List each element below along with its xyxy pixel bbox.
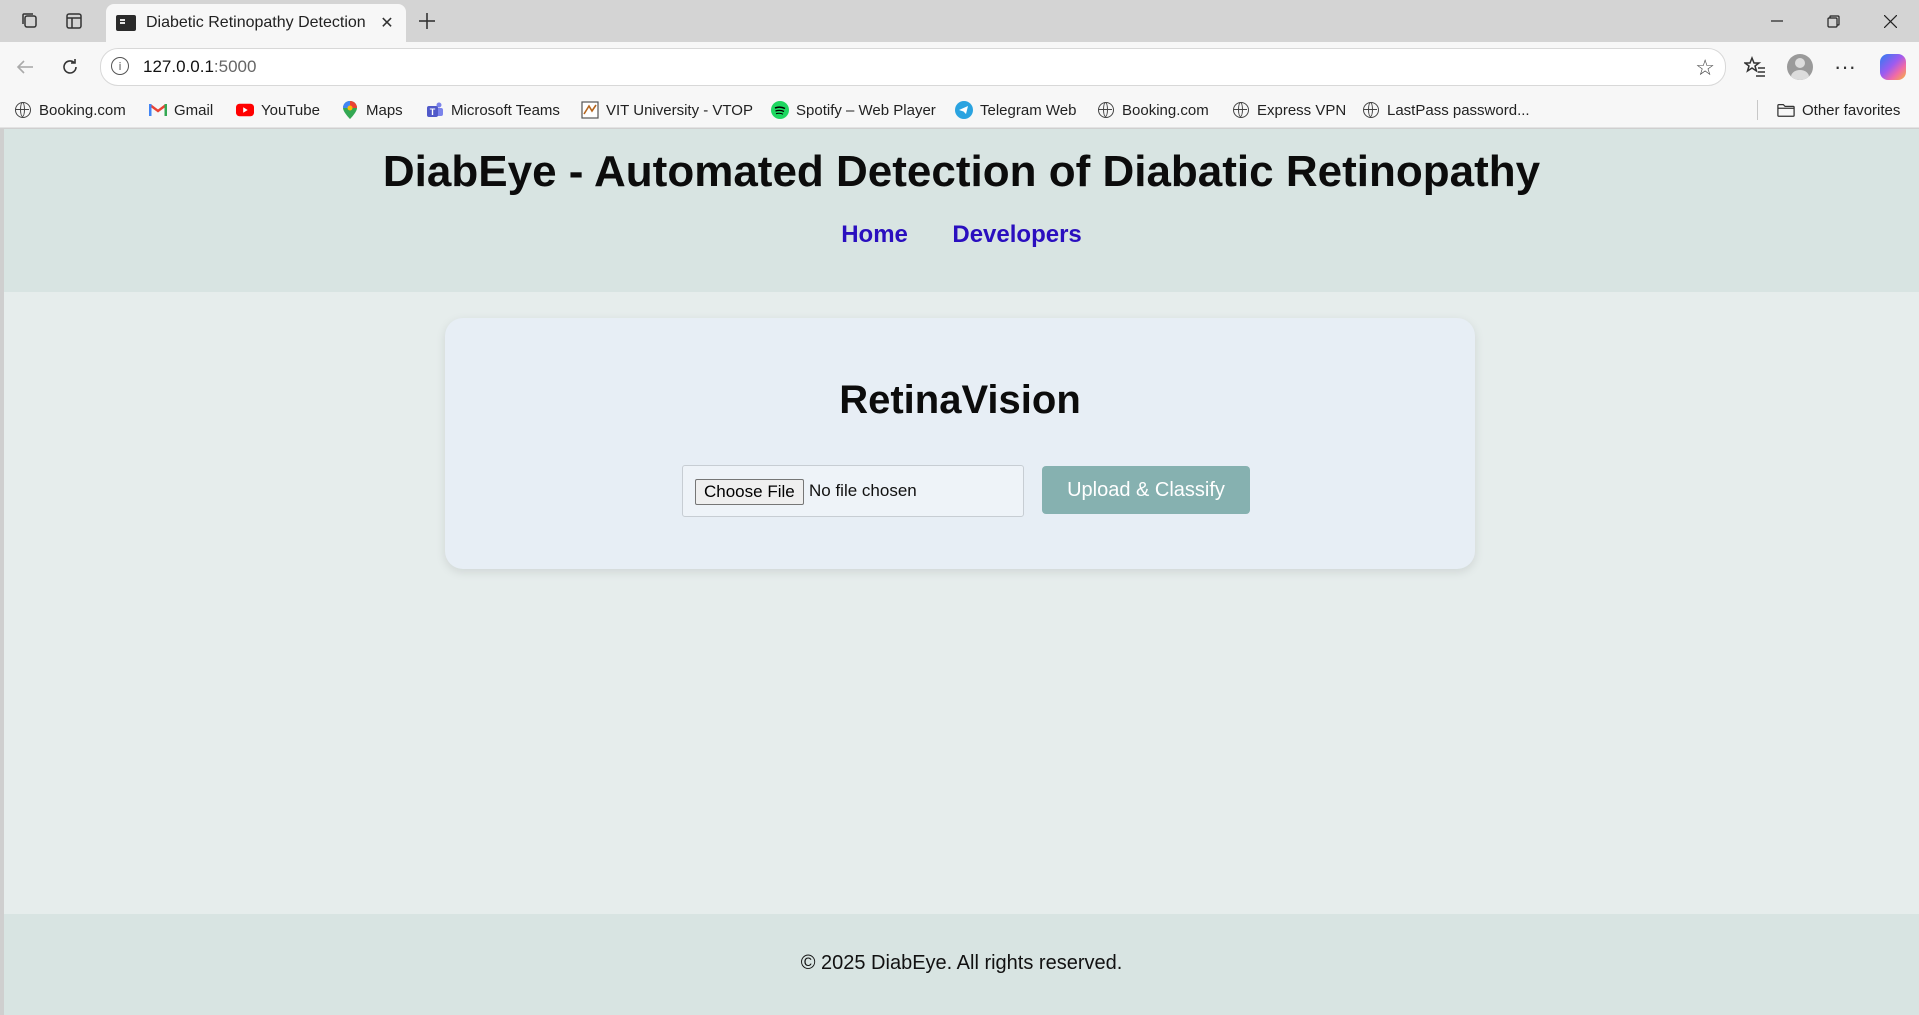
file-status-text: No file chosen	[809, 481, 917, 500]
other-favorites[interactable]: Other favorites	[1777, 99, 1900, 121]
profile-avatar[interactable]	[1783, 50, 1817, 84]
bookmark-maps[interactable]: Maps	[341, 99, 403, 121]
vtop-icon	[581, 101, 599, 119]
refresh-icon[interactable]	[55, 52, 85, 82]
tab-strip: Diabetic Retinopathy Detection ✕	[0, 0, 1919, 42]
upload-card: RetinaVision Choose File No file chosen …	[445, 318, 1475, 569]
maps-icon	[341, 101, 359, 119]
bookmark-booking-2[interactable]: Booking.com	[1097, 99, 1209, 121]
site-footer: © 2025 DiabEye. All rights reserved.	[4, 914, 1919, 1015]
spotify-icon	[771, 101, 789, 119]
globe-icon	[14, 101, 32, 119]
bookmarks-divider	[1757, 100, 1758, 120]
new-tab-button[interactable]	[414, 8, 440, 34]
more-menu-icon[interactable]: ···	[1828, 50, 1862, 84]
globe-icon	[1097, 101, 1115, 119]
site-header: DiabEye - Automated Detection of Diabati…	[4, 129, 1919, 292]
nav-developers-link[interactable]: Developers	[952, 221, 1081, 249]
workspaces-icon[interactable]	[17, 8, 43, 34]
file-input[interactable]: Choose File No file chosen	[682, 465, 1024, 517]
site-nav: Home Developers	[4, 221, 1919, 249]
bookmarks-bar: Booking.com Gmail YouTube Maps T Microso…	[0, 92, 1919, 128]
active-tab[interactable]: Diabetic Retinopathy Detection ✕	[106, 4, 406, 42]
youtube-icon	[236, 101, 254, 119]
restore-icon[interactable]	[1810, 6, 1856, 36]
page-viewport: DiabEye - Automated Detection of Diabati…	[4, 129, 1919, 1015]
tab-title: Diabetic Retinopathy Detection	[146, 14, 366, 31]
bookmark-gmail[interactable]: Gmail	[149, 99, 213, 121]
window-close-icon[interactable]	[1867, 6, 1913, 36]
nav-home-link[interactable]: Home	[841, 221, 908, 249]
url-text[interactable]: 127.0.0.1:5000	[143, 57, 256, 77]
card-title: RetinaVision	[839, 378, 1081, 422]
bookmark-lastpass[interactable]: LastPass password...	[1362, 99, 1530, 121]
bookmark-vtop[interactable]: VIT University - VTOP	[581, 99, 753, 121]
browser-toolbar: i 127.0.0.1:5000 ☆ ···	[0, 42, 1919, 92]
back-arrow-icon[interactable]	[10, 52, 40, 82]
bookmark-booking[interactable]: Booking.com	[14, 99, 126, 121]
favorite-star-icon[interactable]: ☆	[1695, 55, 1715, 81]
svg-text:T: T	[430, 107, 436, 117]
globe-icon	[1232, 101, 1250, 119]
bookmark-spotify[interactable]: Spotify – Web Player	[771, 99, 936, 121]
copyright-text: © 2025 DiabEye. All rights reserved.	[800, 952, 1123, 974]
close-icon[interactable]: ✕	[376, 12, 398, 34]
minimize-icon[interactable]	[1754, 6, 1800, 36]
bookmark-teams[interactable]: T Microsoft Teams	[426, 99, 560, 121]
copilot-icon[interactable]	[1876, 50, 1910, 84]
address-bar[interactable]: i 127.0.0.1:5000 ☆	[100, 48, 1726, 86]
folder-icon	[1777, 101, 1795, 119]
terminal-icon	[116, 15, 136, 31]
page-title: DiabEye - Automated Detection of Diabati…	[382, 147, 1541, 196]
bookmark-telegram[interactable]: Telegram Web	[955, 99, 1076, 121]
bookmark-youtube[interactable]: YouTube	[236, 99, 320, 121]
favorites-icon[interactable]	[1738, 50, 1772, 84]
vertical-tabs-icon[interactable]	[61, 8, 87, 34]
bookmark-expressvpn[interactable]: Express VPN	[1232, 99, 1346, 121]
choose-file-button[interactable]: Choose File	[695, 479, 804, 505]
upload-classify-button[interactable]: Upload & Classify	[1042, 466, 1250, 514]
site-info-icon[interactable]: i	[111, 57, 129, 75]
gmail-icon	[149, 101, 167, 119]
globe-icon	[1362, 101, 1380, 119]
teams-icon: T	[426, 101, 444, 119]
telegram-icon	[955, 101, 973, 119]
